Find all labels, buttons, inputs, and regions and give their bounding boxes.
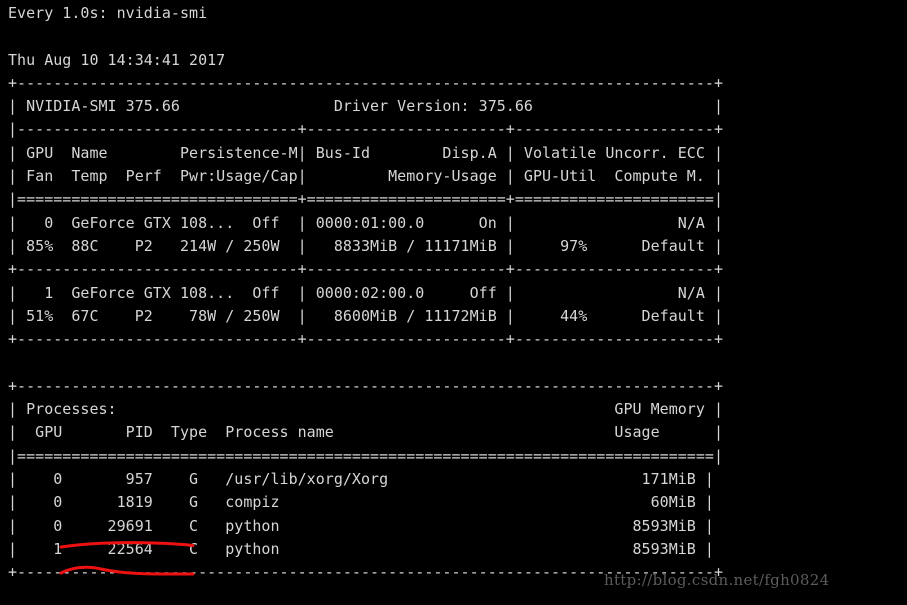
- gpu-table-header-row-2: | Fan Temp Perf Pwr:Usage/Cap| Memory-Us…: [8, 167, 724, 186]
- blank-line-2: [8, 351, 723, 374]
- gpu-row-0-line-2: | 85% 88C P2 214W / 250W | 8833MiB / 111…: [8, 236, 724, 255]
- gpu-table-header-row-1: | GPU Name Persistence-M| Bus-Id Disp.A …: [8, 143, 724, 162]
- terminal-window: Every 1.0s: nvidia-smi Thu Aug 10 14:34:…: [0, 0, 907, 605]
- smi-version-line: | NVIDIA-SMI 375.66 Driver Version: 375.…: [8, 97, 724, 116]
- processes-title-line: | Processes: GPU Memory |: [8, 400, 724, 419]
- process-row-1: | 0 1819 G compiz 60MiB |: [8, 493, 714, 512]
- gpu-table-divider-1: |-------------------------------+-------…: [8, 120, 724, 139]
- terminal-screen-text: Every 1.0s: nvidia-smi Thu Aug 10 14:34:…: [8, 2, 723, 584]
- watch-header-line: Every 1.0s: nvidia-smi: [8, 4, 208, 22]
- gpu-table-bottom-border: +-------------------------------+-------…: [8, 330, 724, 349]
- processes-table-header-row: | GPU PID Type Process name Usage |: [8, 423, 724, 442]
- gpu-row-0-line-1: | 0 GeForce GTX 108... Off | 0000:01:00.…: [8, 213, 724, 232]
- watermark-url: http://blog.csdn.net/fgh0824: [604, 571, 830, 589]
- processes-table-top-border: +---------------------------------------…: [8, 376, 724, 395]
- blank-line-1: [8, 25, 723, 48]
- process-row-2: | 0 29691 C python 8593MiB |: [8, 516, 714, 535]
- gpu-row-1-line-2: | 51% 67C P2 78W / 250W | 8600MiB / 1117…: [8, 306, 724, 325]
- gpu-row-1-line-1: | 1 GeForce GTX 108... Off | 0000:02:00.…: [8, 283, 724, 302]
- processes-table-header-separator: |=======================================…: [8, 446, 724, 465]
- gpu-table-header-separator: |===============================+=======…: [8, 190, 724, 209]
- process-row-0: | 0 957 G /usr/lib/xorg/Xorg 171MiB |: [8, 469, 714, 488]
- process-row-3: | 1 22564 C python 8593MiB |: [8, 539, 714, 558]
- gpu-table-divider-2: +-------------------------------+-------…: [8, 260, 724, 279]
- timestamp-line: Thu Aug 10 14:34:41 2017: [8, 50, 226, 69]
- gpu-table-top-border: +---------------------------------------…: [8, 73, 724, 92]
